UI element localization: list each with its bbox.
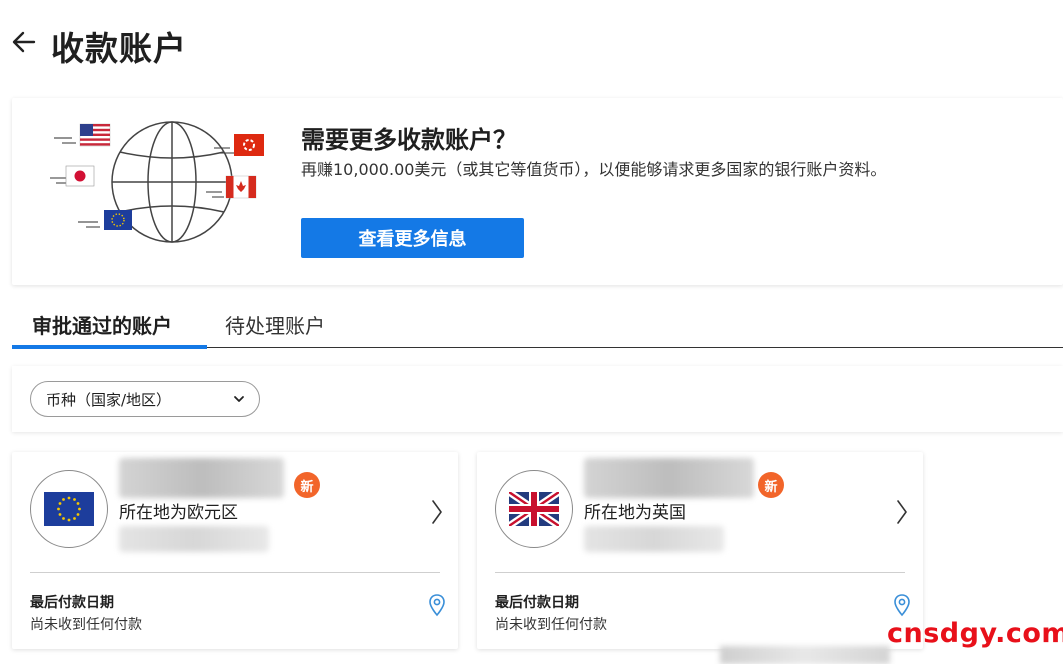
last-payment-label: 最后付款日期 <box>30 595 114 611</box>
location-pin-icon[interactable] <box>893 593 911 617</box>
redacted-account-name <box>119 458 284 498</box>
account-card-eur[interactable]: 新 所在地为欧元区 最后付款日期 尚未收到任何付款 <box>12 452 458 649</box>
chevron-right-icon <box>432 500 442 524</box>
promo-panel: 需要更多收款账户？ 再赚10,000.00美元（或其它等值货币），以便能够请求更… <box>12 98 1063 285</box>
redacted-region <box>720 646 890 664</box>
tab-pending-label: 待处理账户 <box>225 314 325 338</box>
account-card-gbp[interactable]: 新 所在地为英国 最后付款日期 尚未收到任何付款 <box>477 452 923 649</box>
redacted-account-detail <box>119 526 269 552</box>
location-pin-icon[interactable] <box>428 593 446 617</box>
last-payment-value: 尚未收到任何付款 <box>495 617 607 633</box>
uk-flag-icon <box>495 470 573 548</box>
account-location: 所在地为欧元区 <box>119 503 238 523</box>
learn-more-button[interactable]: 查看更多信息 <box>301 218 524 258</box>
promo-title: 需要更多收款账户？ <box>301 126 517 154</box>
currency-filter-dropdown[interactable]: 币种（国家/地区） <box>30 381 260 417</box>
last-payment-value: 尚未收到任何付款 <box>30 617 142 633</box>
account-location: 所在地为英国 <box>584 503 686 523</box>
redacted-account-name <box>584 458 754 498</box>
new-badge: 新 <box>294 472 320 498</box>
account-tabs: 审批通过的账户 待处理账户 <box>12 300 1063 349</box>
chevron-down-icon <box>234 396 244 402</box>
tab-pending-accounts[interactable]: 待处理账户 <box>225 310 325 349</box>
redacted-account-detail <box>584 526 724 552</box>
promo-description: 再赚10,000.00美元（或其它等值货币），以便能够请求更多国家的银行账户资料… <box>301 160 887 179</box>
globe-flags-illustration <box>50 121 264 243</box>
tab-approved-accounts[interactable]: 审批通过的账户 <box>32 310 172 349</box>
watermark-text: cnsdgy.com <box>887 618 1063 649</box>
chevron-right-icon <box>897 500 907 524</box>
active-tab-indicator <box>12 345 207 349</box>
currency-filter-label: 币种（国家/地区） <box>46 390 172 409</box>
filter-panel: 币种（国家/地区） <box>12 366 1063 432</box>
card-divider <box>30 572 440 573</box>
page-title: 收款账户 <box>51 29 187 68</box>
last-payment-label: 最后付款日期 <box>495 595 579 611</box>
new-badge: 新 <box>758 472 784 498</box>
back-arrow-icon[interactable] <box>10 28 38 56</box>
eu-flag-icon <box>30 470 108 548</box>
tab-approved-label: 审批通过的账户 <box>32 314 172 338</box>
card-divider <box>495 572 905 573</box>
